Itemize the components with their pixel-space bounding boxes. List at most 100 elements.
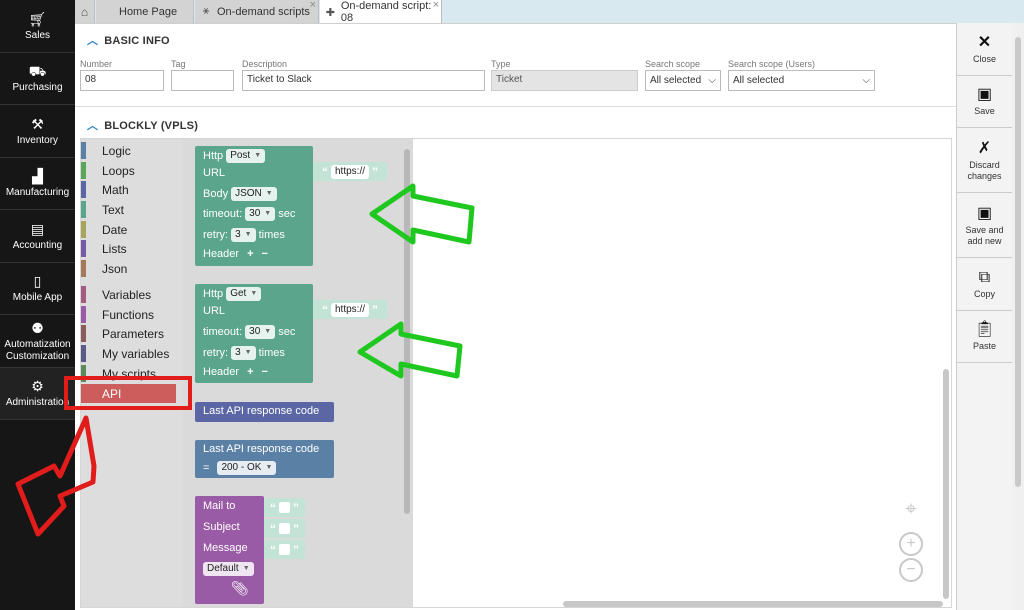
mail-to-string-block[interactable]: “” — [264, 498, 305, 517]
discard-changes-button[interactable]: ✗ Discard changes — [957, 128, 1012, 193]
response-code-dropdown[interactable]: 200 - OK ▼ — [217, 461, 277, 475]
tag-input[interactable] — [171, 70, 234, 91]
http-post-block[interactable]: Http Post ▼ URL Body JSON ▼ timeout: 30 ▼ sec r… — [195, 146, 313, 266]
tab-home-page[interactable]: Home Page — [96, 0, 194, 23]
add-header-icon[interactable]: + — [247, 366, 253, 378]
category-my-variables[interactable]: My variables — [81, 344, 183, 363]
tab-on-demand-script-08[interactable]: ✚ On-demand script: 08 × — [320, 0, 442, 24]
body-type-dropdown[interactable]: JSON ▼ — [231, 187, 277, 201]
category-variables[interactable]: Variables — [81, 285, 183, 304]
subject-string-block[interactable]: “” — [264, 519, 305, 538]
remove-header-icon[interactable]: − — [262, 366, 268, 378]
search-scope-users-select[interactable]: All selected ⌵ — [728, 70, 875, 91]
blockly-header[interactable]: ︿ BLOCKLY (VPLS) — [87, 117, 198, 133]
nav-item-purchasing[interactable]: ⛟ Purchasing — [0, 53, 75, 105]
forklift-icon: ⚒︎ — [31, 115, 44, 132]
nav-item-sales[interactable]: 🛒︎ Sales — [0, 0, 75, 53]
description-input[interactable]: Ticket to Slack — [242, 70, 485, 91]
category-api[interactable]: API — [81, 384, 176, 403]
category-parameters[interactable]: Parameters — [81, 324, 183, 343]
category-functions[interactable]: Functions — [81, 305, 183, 324]
category-loops[interactable]: Loops — [81, 161, 183, 180]
last-api-response-code-compare-block[interactable]: Last API response code = 200 - OK ▼ — [195, 440, 334, 478]
nav-item-label: Inventory — [16, 134, 59, 146]
blockly-editor[interactable]: Logic Loops Math Text Date Lists Json Va… — [80, 138, 952, 608]
zoom-in-button[interactable]: + — [899, 532, 923, 556]
category-logic[interactable]: Logic — [81, 141, 183, 160]
nav-item-label: Manufacturing — [5, 187, 70, 199]
type-field: Type Ticket — [491, 59, 638, 91]
save-add-icon: ▣ — [976, 204, 993, 222]
remove-header-icon[interactable]: − — [262, 248, 268, 260]
tab-on-demand-scripts[interactable]: ⚹ On-demand scripts × — [195, 0, 319, 23]
number-input[interactable]: 08 — [80, 70, 164, 91]
blockly-flyout: Http Post ▼ URL Body JSON ▼ timeout: 30 ▼ sec r… — [183, 139, 413, 607]
chevron-up-icon: ︿ — [87, 35, 99, 47]
mail-block[interactable]: Mail to Subject Message Default ▼ 📎︎ — [195, 496, 264, 604]
copy-button[interactable]: ⧉ Copy — [957, 258, 1012, 311]
home-icon: ⌂ — [80, 4, 89, 19]
save-and-add-new-button[interactable]: ▣ Save and add new — [957, 193, 1012, 258]
factory-icon: ▟ — [32, 168, 43, 185]
flyout-scrollbar[interactable] — [404, 149, 410, 514]
nav-item-manufacturing[interactable]: ▟ Manufacturing — [0, 158, 75, 210]
gear-icon: ⚙︎ — [31, 378, 44, 395]
retry-dropdown[interactable]: 3 ▼ — [231, 228, 256, 242]
category-date[interactable]: Date — [81, 220, 183, 239]
message-string-block[interactable]: “” — [264, 540, 305, 559]
cart-icon: 🛒︎ — [28, 10, 47, 27]
category-my-scripts[interactable]: My scripts — [81, 364, 183, 383]
ledger-icon: ▤ — [30, 220, 45, 237]
workspace-vertical-scrollbar[interactable] — [943, 369, 949, 599]
add-header-icon[interactable]: + — [247, 248, 253, 260]
timeout-dropdown[interactable]: 30 ▼ — [245, 325, 276, 339]
nav-item-label: Purchasing — [12, 82, 63, 94]
category-math[interactable]: Math — [81, 180, 183, 199]
nav-item-automatization[interactable]: ⚉ Automatization Customization — [0, 315, 75, 368]
category-lists[interactable]: Lists — [81, 239, 183, 258]
search-scope-users-field: Search scope (Users) All selected ⌵ — [728, 59, 875, 91]
workspace-horizontal-scrollbar[interactable] — [563, 601, 943, 607]
nav-item-inventory[interactable]: ⚒︎ Inventory — [0, 105, 75, 158]
category-json[interactable]: Json — [81, 259, 183, 278]
paperclip-icon[interactable]: 📎︎ — [231, 580, 249, 597]
tab-home-icon-only[interactable]: ⌂ — [75, 0, 95, 23]
number-field: Number 08 — [80, 59, 164, 91]
discard-icon: ✗ — [977, 139, 992, 157]
chevron-up-icon: ︿ — [87, 120, 99, 132]
url-string-block[interactable]: “https://” — [313, 300, 388, 319]
page-scrollbar[interactable] — [1012, 23, 1024, 610]
nav-item-label: Mobile App — [12, 292, 63, 304]
script-icon: ⚹ — [202, 5, 210, 17]
basic-info-header[interactable]: ︿ BASIC INFO — [87, 32, 170, 48]
phone-icon: ▯ — [33, 273, 42, 290]
timeout-dropdown[interactable]: 30 ▼ — [245, 207, 276, 221]
tab-label: Home Page — [119, 5, 178, 18]
close-button[interactable]: ✕ Close — [957, 23, 1012, 76]
nav-item-mobile-app[interactable]: ▯ Mobile App — [0, 263, 75, 315]
nav-item-accounting[interactable]: ▤ Accounting — [0, 210, 75, 263]
search-scope-select[interactable]: All selected ⌵ — [645, 70, 721, 91]
paste-icon: 📋︎ — [974, 321, 995, 339]
main-panel: ︿ BASIC INFO Number 08 Tag Description Ti… — [75, 23, 956, 610]
method-dropdown[interactable]: Post ▼ — [226, 149, 266, 163]
search-scope-field: Search scope All selected ⌵ — [645, 59, 721, 91]
http-get-block[interactable]: Http Get ▼ URL timeout: 30 ▼ sec retry: 3 ▼ time… — [195, 284, 313, 383]
last-api-response-code-block[interactable]: Last API response code — [195, 402, 334, 422]
action-toolbar: ✕ Close ▣ Save ✗ Discard changes ▣ Save … — [956, 23, 1012, 610]
save-button[interactable]: ▣ Save — [957, 76, 1012, 128]
paste-button[interactable]: 📋︎ Paste — [957, 311, 1012, 363]
recenter-icon[interactable]: ⌖ — [899, 497, 923, 521]
category-text[interactable]: Text — [81, 200, 183, 219]
nav-item-administration[interactable]: ⚙︎ Administration — [0, 367, 75, 420]
chevron-down-icon: ⌵ — [708, 75, 716, 86]
close-icon[interactable]: × — [433, 0, 439, 11]
url-string-block[interactable]: “https://” — [313, 162, 388, 181]
zoom-out-button[interactable]: − — [899, 558, 923, 582]
nav-item-label: Sales — [24, 29, 50, 41]
method-dropdown[interactable]: Get ▼ — [226, 287, 262, 301]
chevron-down-icon: ⌵ — [862, 75, 870, 86]
close-icon[interactable]: × — [310, 0, 316, 11]
mail-account-dropdown[interactable]: Default ▼ — [203, 562, 254, 576]
retry-dropdown[interactable]: 3 ▼ — [231, 346, 256, 360]
